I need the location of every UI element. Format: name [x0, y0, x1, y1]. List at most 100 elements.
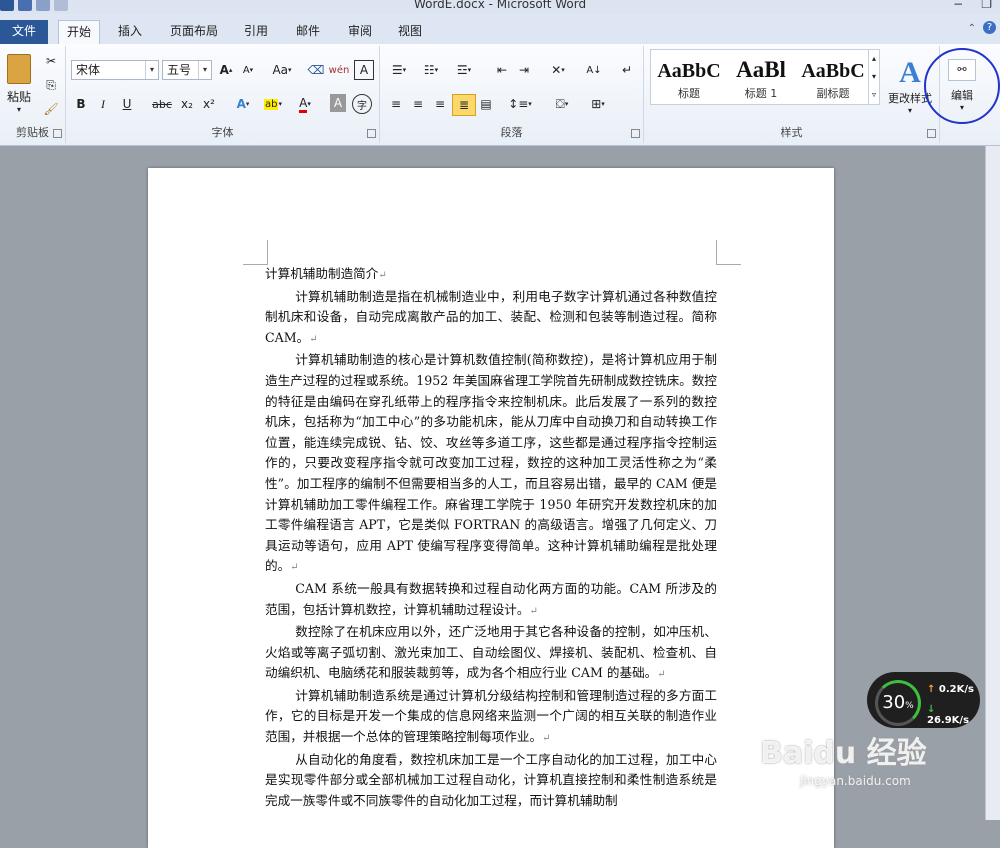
distributed-button[interactable]: ▤ [476, 94, 496, 114]
tab-view[interactable]: 视图 [390, 20, 430, 44]
bold-button[interactable]: B [72, 94, 90, 114]
highlighter-icon: ab [264, 98, 279, 110]
change-styles-icon: A [899, 55, 921, 89]
tab-page-layout[interactable]: 页面布局 [162, 20, 226, 44]
tab-insert[interactable]: 插入 [110, 20, 150, 44]
phonetic-guide-button[interactable]: wén [328, 60, 350, 80]
brush-icon: 🖌 [43, 102, 59, 116]
style-heading-1[interactable]: AaBl 标题 1 [725, 50, 797, 104]
restore-button[interactable]: ❐ [981, 0, 992, 11]
network-monitor-widget[interactable]: 30% ↑ 0.2K/s ↓ 26.9K/s [867, 672, 980, 728]
shrink-font-button[interactable]: A ▾ [238, 60, 258, 80]
sort-icon: A↓ [586, 64, 602, 76]
tab-home[interactable]: 开始 [58, 20, 101, 44]
align-left-button[interactable]: ≡ [386, 94, 406, 114]
paragraph-text: 计算机辅助制造是指在机械制造业中，利用电子数字计算机通过各种数值控制机床和设备，… [265, 288, 717, 345]
minimize-button[interactable]: − [953, 0, 963, 11]
paragraph-mark: ↵ [657, 669, 666, 681]
copy-button[interactable]: ⎘ [42, 76, 60, 94]
paragraph-mark: ↵ [529, 605, 538, 617]
chevron-down-icon[interactable]: ▾ [198, 61, 211, 79]
chevron-down-icon[interactable]: ▾ [145, 61, 158, 79]
styles-gallery: AaBbC 标题 AaBl 标题 1 AaBbC 副标题 ▴ ▾ ▿ [650, 49, 880, 105]
paragraph-group-label: 段落 [500, 126, 523, 139]
font-name-combo[interactable]: 宋体 ▾ [71, 60, 159, 80]
document-page[interactable]: 计算机辅助制造简介↵ 计算机辅助制造是指在机械制造业中，利用电子数字计算机通过各… [148, 168, 834, 848]
numbering-button[interactable]: ☷ ▾ [418, 60, 444, 80]
show-marks-button[interactable]: ↵ [618, 60, 636, 80]
align-center-icon: ≡ [412, 97, 424, 111]
paint-bucket-icon: ⛋ [555, 96, 565, 111]
decrease-indent-button[interactable]: ⇤ [492, 60, 512, 80]
paragraph-mark: ↵ [378, 270, 387, 281]
borders-button[interactable]: ⊞ ▾ [584, 94, 612, 114]
paragraph-mark: ↵ [542, 733, 551, 745]
bullets-button[interactable]: ☰ ▾ [386, 60, 412, 80]
help-icon[interactable]: ? [983, 21, 996, 34]
ribbon: 粘贴 ▾ ✂ ⎘ 🖌 剪贴板 宋体 ▾ 五号 ▾ A ▴ A ▾ Aa ▾ ⌫ wén A… [0, 44, 1000, 146]
text-effects-button[interactable]: A ▾ [232, 94, 254, 114]
cut-button[interactable]: ✂ [42, 52, 60, 70]
borders-icon: ⊞ [591, 97, 602, 111]
style-name: 标题 [678, 87, 700, 100]
styles-launcher[interactable] [927, 129, 936, 138]
align-center-button[interactable]: ≡ [408, 94, 428, 114]
style-title[interactable]: AaBbC 标题 [653, 50, 725, 104]
character-border-icon: A [359, 63, 369, 77]
align-right-button[interactable]: ≡ [430, 94, 450, 114]
character-shading-icon: A [333, 96, 343, 110]
change-case-label: Aa [272, 63, 289, 77]
clear-formatting-button[interactable]: ⌫ [306, 60, 326, 80]
superscript-button[interactable]: x² [200, 94, 218, 114]
paragraph: 计算机辅助制造是指在机械制造业中，利用电子数字计算机通过各种数值控制机床和设备，… [265, 287, 717, 351]
underline-button[interactable]: U [118, 94, 136, 114]
enclose-characters-button[interactable]: 字 [352, 94, 372, 114]
character-border-button[interactable]: A [354, 60, 374, 80]
tab-references[interactable]: 引用 [236, 20, 276, 44]
gallery-scroll[interactable]: ▴ ▾ ▿ [868, 50, 879, 104]
justify-icon: ≣ [458, 98, 470, 112]
font-color-button[interactable]: A ▾ [292, 94, 318, 114]
font-group-label: 字体 [211, 126, 234, 139]
italic-button[interactable]: I [94, 94, 112, 114]
character-shading-button[interactable]: A [330, 94, 346, 112]
clipboard-launcher[interactable] [53, 129, 62, 138]
font-name-value: 宋体 [76, 63, 101, 77]
font-size-combo[interactable]: 五号 ▾ [162, 60, 212, 80]
ribbon-tabs: 文件 开始 插入 页面布局 引用 邮件 审阅 视图 ⌃ ? [0, 14, 1000, 45]
tab-review[interactable]: 审阅 [340, 20, 380, 44]
grow-font-label: A [219, 63, 229, 77]
font-launcher[interactable] [367, 129, 376, 138]
paragraph-launcher[interactable] [631, 129, 640, 138]
paste-dropdown-icon: ▾ [16, 105, 21, 114]
grow-font-button[interactable]: A ▴ [216, 60, 236, 80]
style-subtitle[interactable]: AaBbC 副标题 [797, 50, 869, 104]
download-value: 26.9K/s [927, 715, 970, 726]
vertical-scrollbar[interactable] [985, 146, 1000, 820]
paste-button[interactable]: 粘贴 ▾ [4, 52, 34, 116]
collapse-ribbon-icon[interactable]: ⌃ [968, 23, 976, 34]
strikethrough-button[interactable]: abc [150, 94, 174, 114]
document-body[interactable]: 计算机辅助制造简介↵ 计算机辅助制造是指在机械制造业中，利用电子数字计算机通过各… [265, 264, 717, 811]
shading-button[interactable]: ⛋ ▾ [548, 94, 576, 114]
justify-button[interactable]: ≣ [452, 94, 476, 116]
tab-mailings[interactable]: 邮件 [288, 20, 328, 44]
tab-file[interactable]: 文件 [0, 20, 48, 44]
multilevel-list-button[interactable]: ☲ ▾ [450, 60, 478, 80]
style-name: 标题 1 [744, 87, 778, 100]
paragraph-mark-icon: ↵ [621, 63, 633, 77]
sort-button[interactable]: A↓ [584, 60, 604, 80]
chinese-layout-button[interactable]: ✕ ▾ [544, 60, 572, 80]
paragraph-group: ☰ ▾ ☷ ▾ ☲ ▾ ⇤ ⇥ ✕ ▾ A↓ ↵ ≡ ≡ ≡ ≣ ▤ ↕≡ ▾ ⛋ ▾ ⊞ ▾… [380, 46, 644, 143]
increase-indent-button[interactable]: ⇥ [514, 60, 534, 80]
down-arrow-icon: ↓ [927, 704, 936, 715]
font-group: 宋体 ▾ 五号 ▾ A ▴ A ▾ Aa ▾ ⌫ wén A B I U abc x₂ x… [66, 46, 380, 143]
distributed-icon: ▤ [480, 97, 492, 111]
paragraph: CAM 系统一般具有数据转换和过程自动化两方面的功能。CAM 所涉及的范围，包括… [265, 579, 717, 622]
format-painter-button[interactable]: 🖌 [42, 100, 60, 118]
change-case-button[interactable]: Aa ▾ [268, 60, 296, 80]
watermark-url: jingyan.baidu.com [800, 774, 911, 788]
subscript-button[interactable]: x₂ [178, 94, 196, 114]
line-spacing-button[interactable]: ↕≡ ▾ [506, 94, 534, 114]
highlight-button[interactable]: ab ▾ [260, 94, 286, 114]
